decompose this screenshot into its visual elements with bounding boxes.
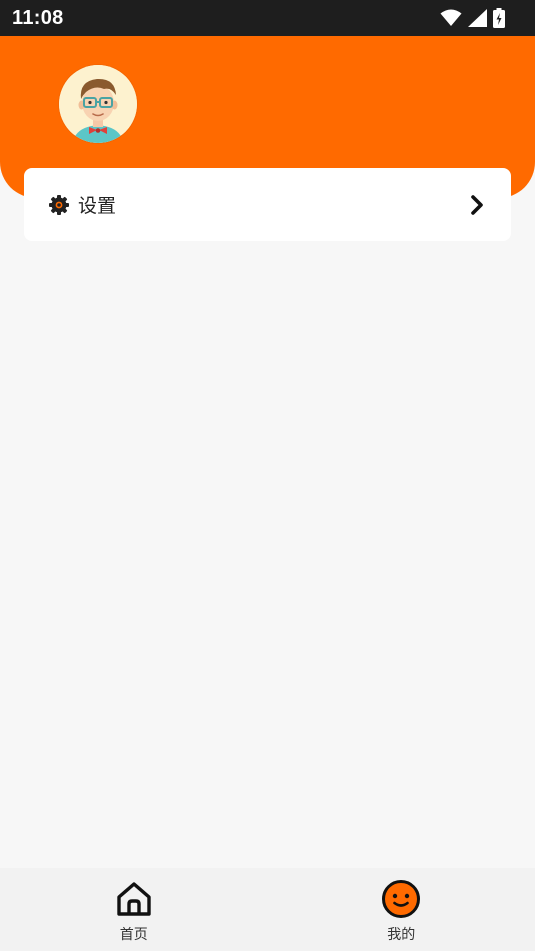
settings-row[interactable]: 设置 xyxy=(24,168,511,241)
status-icons xyxy=(440,8,505,28)
tab-home[interactable]: 首页 xyxy=(0,868,268,951)
status-bar: 11:08 xyxy=(0,0,535,36)
tab-home-label: 首页 xyxy=(119,927,148,943)
battery-charging-icon xyxy=(493,8,505,28)
tab-mine-label: 我的 xyxy=(387,927,416,943)
cartoon-avatar-icon xyxy=(59,65,137,143)
home-icon xyxy=(114,879,154,919)
tab-mine[interactable]: 我的 xyxy=(268,868,535,951)
smiley-face-icon xyxy=(381,879,421,919)
wifi-icon xyxy=(440,9,462,27)
bottom-tab-bar: 首页 我的 xyxy=(0,868,535,951)
avatar[interactable] xyxy=(59,65,137,143)
signal-icon xyxy=(468,9,487,27)
chevron-right-icon xyxy=(469,194,485,216)
my-page-screen: 11:08 设置 首页 我的 xyxy=(0,0,535,951)
gear-icon xyxy=(48,194,70,216)
settings-label: 设置 xyxy=(78,195,117,217)
status-time: 11:08 xyxy=(12,6,64,29)
